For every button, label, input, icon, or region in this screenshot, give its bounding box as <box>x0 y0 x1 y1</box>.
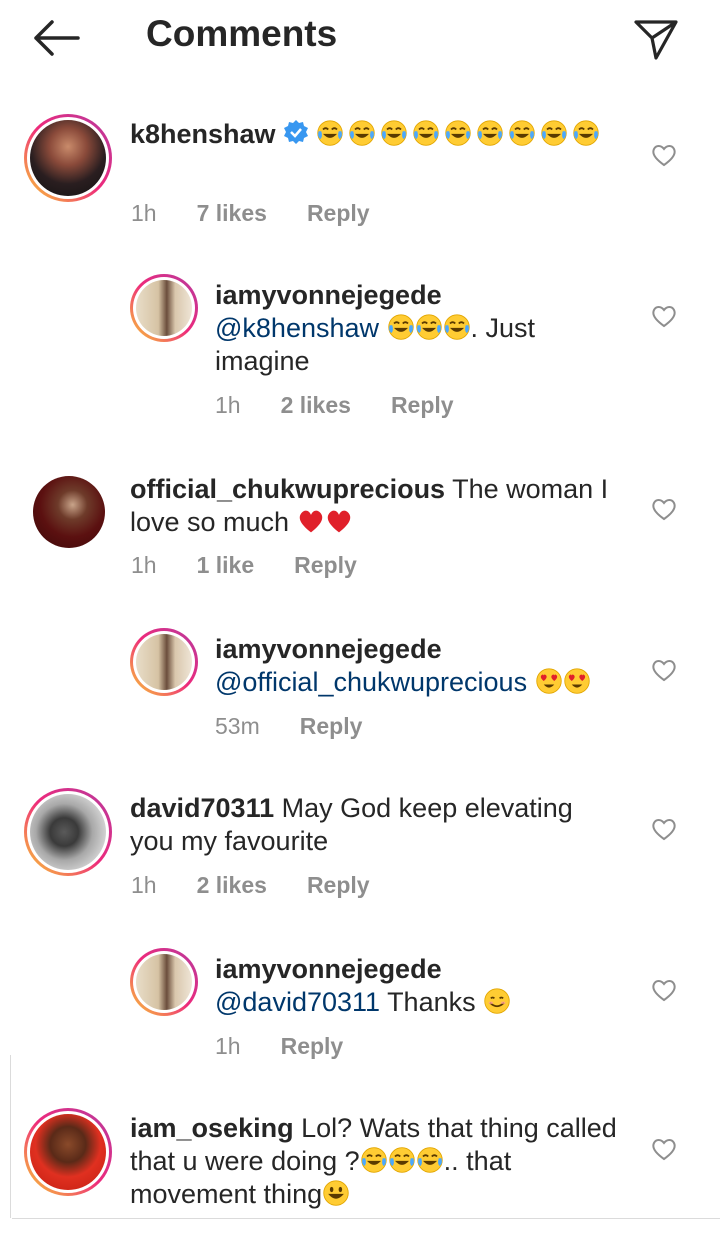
arrow-left-icon[interactable] <box>30 14 82 62</box>
reply-button[interactable]: Reply <box>307 200 370 226</box>
comment-username[interactable]: iamyvonnejegede <box>215 953 635 986</box>
tears-of-joy-emoji-icon <box>476 119 504 147</box>
tears-of-joy-emoji-icon <box>540 119 568 147</box>
reply-button[interactable]: Reply <box>300 713 363 739</box>
avatar[interactable] <box>130 948 198 1016</box>
comment-meta: 1h Reply <box>215 1033 383 1060</box>
verified-badge-icon <box>283 120 308 144</box>
heart-eyes-emoji-icon <box>535 667 563 695</box>
tears-of-joy-emoji-icon <box>444 119 472 147</box>
tears-of-joy-emoji-icon <box>508 119 536 147</box>
comment-meta: 1h 7 likes Reply <box>131 200 410 227</box>
avatar[interactable] <box>24 114 112 202</box>
divider <box>12 1218 720 1219</box>
comment-time: 1h <box>131 872 157 898</box>
comment-time: 53m <box>215 713 260 739</box>
tears-of-joy-emoji-icon <box>388 1146 416 1174</box>
comment-time: 1h <box>131 200 157 226</box>
tears-of-joy-emoji-icon <box>380 119 408 147</box>
like-heart-icon[interactable] <box>651 817 677 841</box>
avatar[interactable] <box>130 628 198 696</box>
send-icon[interactable] <box>632 14 680 62</box>
comment-time: 1h <box>131 552 157 578</box>
red-heart-emoji-icon <box>325 507 353 535</box>
comment-meta: 53m Reply <box>215 713 402 740</box>
comment-username[interactable]: official_chukwuprecious <box>130 474 445 504</box>
comment-text: @official_chukwuprecious <box>215 666 635 699</box>
emoji-group <box>316 119 604 149</box>
mention-link[interactable]: @david70311 <box>215 987 380 1017</box>
tears-of-joy-emoji-icon <box>443 313 471 341</box>
tears-of-joy-emoji-icon <box>360 1146 388 1174</box>
avatar[interactable] <box>24 788 112 876</box>
reply-item: iamyvonnejegede @k8henshaw . Just imagin… <box>0 274 720 424</box>
like-heart-icon[interactable] <box>651 304 677 328</box>
tears-of-joy-emoji-icon <box>416 1146 444 1174</box>
tears-of-joy-emoji-icon <box>316 119 344 147</box>
tears-of-joy-emoji-icon <box>348 119 376 147</box>
avatar[interactable] <box>24 1108 112 1196</box>
mention-link[interactable]: @official_chukwuprecious <box>215 667 527 697</box>
avatar[interactable] <box>33 476 105 548</box>
page-title: Comments <box>146 13 338 54</box>
comment-meta: 1h 2 likes Reply <box>131 872 410 899</box>
heart-eyes-emoji-icon <box>563 667 591 695</box>
comment-likes[interactable]: 2 likes <box>197 872 267 898</box>
tears-of-joy-emoji-icon <box>415 313 443 341</box>
comment-item: official_chukwuprecious The woman I love… <box>0 472 720 592</box>
reply-item: iamyvonnejegede @david70311 Thanks 1h Rep… <box>0 948 720 1068</box>
reply-button[interactable]: Reply <box>391 392 454 418</box>
comment-username[interactable]: k8henshaw <box>130 119 276 149</box>
comment-username[interactable]: iamyvonnejegede <box>215 633 635 666</box>
comment-time: 1h <box>215 1033 241 1059</box>
grinning-face-emoji-icon <box>322 1179 350 1207</box>
smiling-face-emoji-icon <box>483 987 511 1015</box>
red-heart-emoji-icon <box>297 507 325 535</box>
header: Comments <box>0 0 720 76</box>
reply-button[interactable]: Reply <box>307 872 370 898</box>
like-heart-icon[interactable] <box>651 143 677 167</box>
like-heart-icon[interactable] <box>651 497 677 521</box>
comment-meta: 1h 1 like Reply <box>131 552 397 579</box>
comment-time: 1h <box>215 392 241 418</box>
reply-item: iamyvonnejegede @official_chukwuprecious… <box>0 628 720 748</box>
avatar[interactable] <box>130 274 198 342</box>
comment-text: @k8henshaw . Just imagine <box>215 313 536 376</box>
divider <box>10 1055 11 1218</box>
comment-likes[interactable]: 7 likes <box>197 200 267 226</box>
comment-text: @david70311 Thanks <box>215 986 635 1019</box>
like-heart-icon[interactable] <box>651 978 677 1002</box>
comment-item: k8henshaw 1h 7 likes Reply <box>0 112 720 242</box>
tears-of-joy-emoji-icon <box>387 313 415 341</box>
comment-item: iam_oseking Lol? Wats that thing called … <box>0 1108 720 1218</box>
comment-likes[interactable]: 2 likes <box>281 392 351 418</box>
tears-of-joy-emoji-icon <box>572 119 600 147</box>
comment-item: david70311 May God keep elevating you my… <box>0 788 720 908</box>
tears-of-joy-emoji-icon <box>412 119 440 147</box>
comment-username[interactable]: iam_oseking <box>130 1113 294 1143</box>
reply-button[interactable]: Reply <box>281 1033 344 1059</box>
comment-username[interactable]: david70311 <box>130 793 274 823</box>
mention-link[interactable]: @k8henshaw <box>215 313 379 343</box>
like-heart-icon[interactable] <box>651 658 677 682</box>
reply-button[interactable]: Reply <box>294 552 357 578</box>
like-heart-icon[interactable] <box>651 1137 677 1161</box>
comment-meta: 1h 2 likes Reply <box>215 392 494 419</box>
comment-username[interactable]: iamyvonnejegede <box>215 279 615 312</box>
comment-likes[interactable]: 1 like <box>197 552 255 578</box>
